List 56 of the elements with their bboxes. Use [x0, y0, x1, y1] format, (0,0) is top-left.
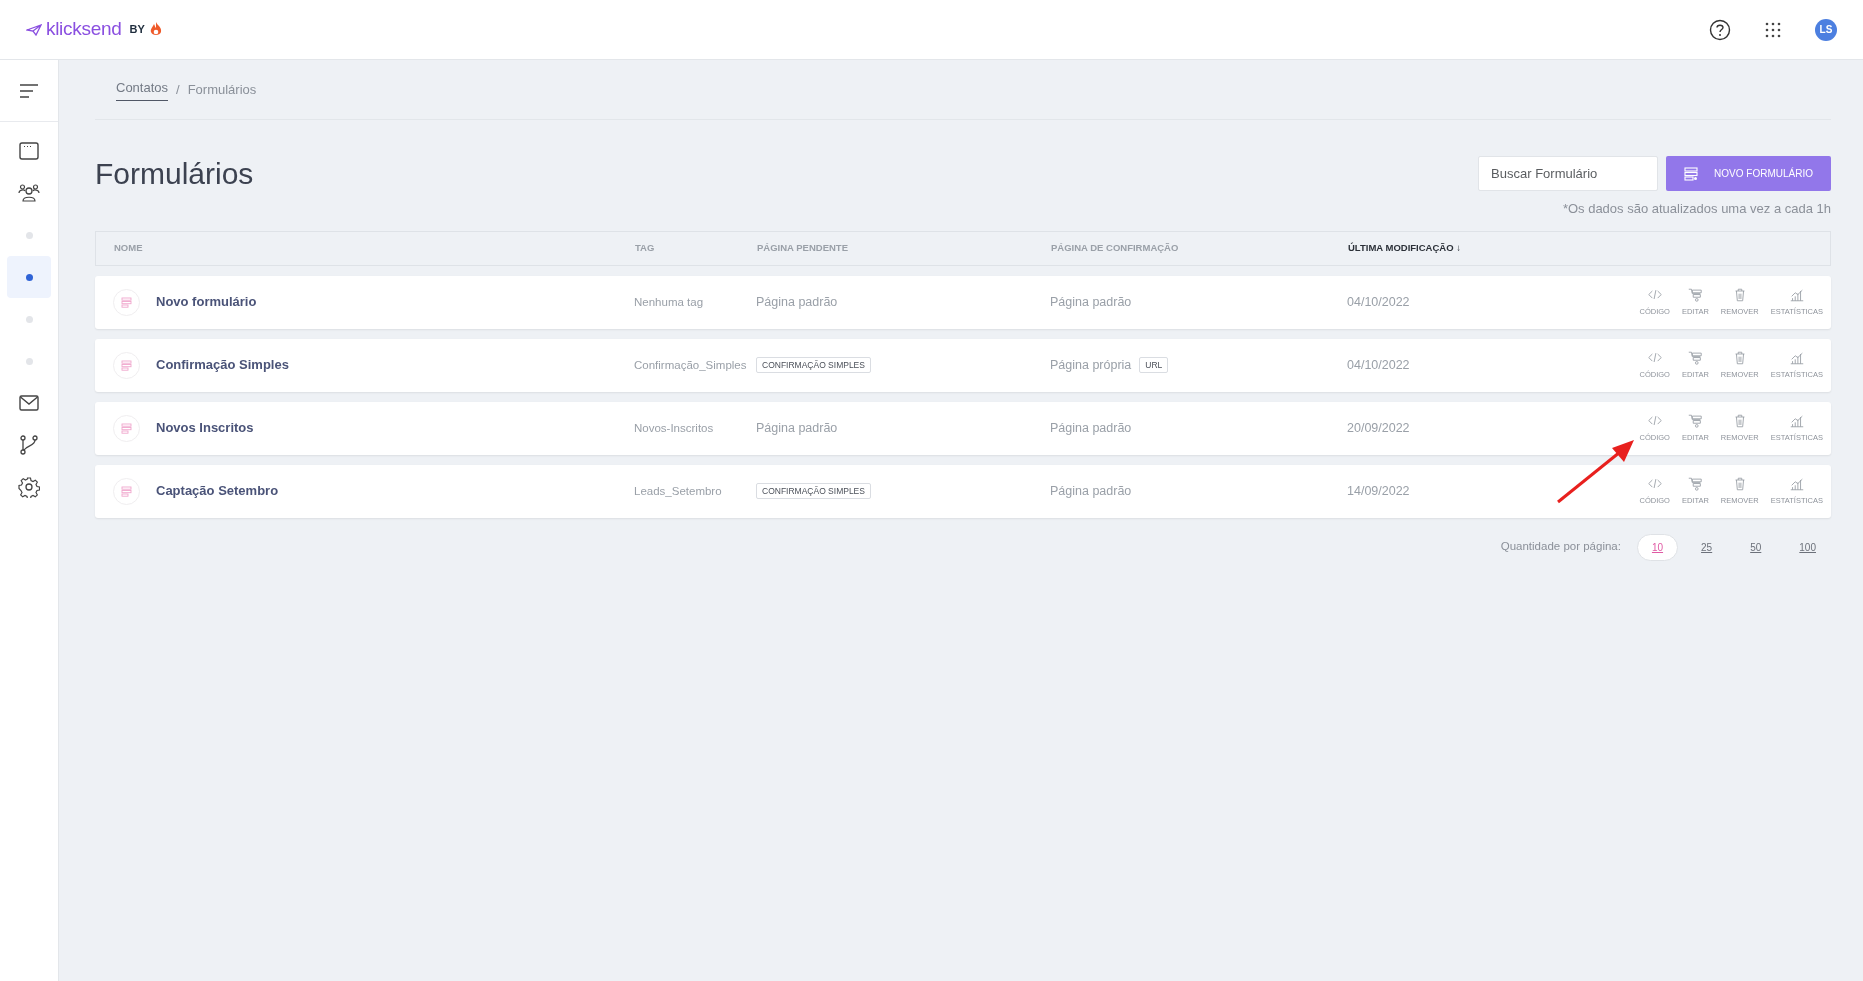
page-size-option[interactable]: 10	[1636, 533, 1679, 561]
page-size-option[interactable]: 50	[1735, 533, 1777, 561]
apps-grid-icon[interactable]	[1765, 21, 1781, 38]
logo-text: klicksend	[46, 17, 122, 42]
breadcrumb-current: Formulários	[187, 80, 257, 99]
page-size-label: Quantidade por página:	[1500, 539, 1621, 555]
branch-icon[interactable]	[18, 434, 40, 456]
user-avatar[interactable]: LS	[1815, 18, 1837, 41]
form-icon	[1684, 166, 1699, 181]
users-icon[interactable]	[18, 182, 40, 204]
page-text: Página padrão	[756, 419, 838, 437]
column-header[interactable]: NOME	[114, 240, 635, 256]
search-field[interactable]: Buscar Formulário	[1478, 156, 1659, 191]
page-text: Página padrão	[1050, 482, 1132, 500]
modified-date: 20/09/2022	[1347, 419, 1411, 437]
modified-date: 04/10/2022	[1347, 356, 1411, 374]
page-title: Formulários	[95, 156, 254, 192]
form-name[interactable]: Captação Setembro	[156, 481, 279, 501]
logo-text: BY	[129, 22, 145, 38]
sidebar-dot[interactable]	[25, 357, 33, 365]
form-name[interactable]: Novo formulário	[156, 292, 257, 312]
sidebar-dot[interactable]	[25, 231, 33, 239]
update-note: *Os dados são atualizados uma vez a cada 1h	[1562, 200, 1831, 218]
mail-icon[interactable]	[18, 392, 40, 414]
form-name[interactable]: Novos Inscritos	[156, 418, 254, 438]
tag-text: Confirmação_Simples	[634, 358, 747, 371]
page-text: Página padrão	[1050, 293, 1132, 311]
tag-text: Leads_Setembro	[634, 484, 722, 497]
page-size-option[interactable]: 100	[1784, 533, 1831, 561]
page-text: Página própria	[1050, 356, 1132, 374]
browser-window-icon[interactable]	[18, 140, 40, 162]
flame-icon	[148, 21, 163, 38]
column-header[interactable]: PÁGINA DE CONFIRMAÇÃO	[1051, 240, 1348, 256]
dot-icon[interactable]	[25, 273, 33, 281]
column-header[interactable]: PÁGINA PENDENTE	[757, 240, 1051, 256]
column-header[interactable]: ÚLTIMA MODIFICAÇÃO ↓	[1348, 240, 1822, 256]
page-tag: CONFIRMAÇÃO SIMPLES	[756, 356, 871, 374]
page-text: Página padrão	[756, 293, 838, 311]
page-tag: URL	[1139, 356, 1169, 374]
column-header[interactable]: TAG	[635, 240, 757, 256]
settings-icon[interactable]	[18, 476, 40, 498]
breadcrumb-link[interactable]: Contatos	[116, 78, 169, 101]
tag-text: Nenhuma tag	[634, 295, 704, 308]
breadcrumb-separator: /	[176, 80, 180, 99]
page-size-option[interactable]: 25	[1686, 533, 1728, 561]
form-name[interactable]: Confirmação Simples	[156, 355, 289, 375]
help-icon[interactable]	[1709, 18, 1731, 41]
modified-date: 04/10/2022	[1347, 293, 1411, 311]
page-text: Página padrão	[1050, 419, 1132, 437]
paper-plane-icon	[26, 23, 42, 36]
tag-text: Novos-Inscritos	[634, 421, 714, 434]
new-form-button[interactable]: NOVO FORMULÁRIO	[1666, 156, 1831, 191]
sidebar-dot[interactable]	[25, 315, 33, 323]
page-tag: CONFIRMAÇÃO SIMPLES	[756, 482, 871, 500]
modified-date: 14/09/2022	[1347, 482, 1411, 500]
menu-icon[interactable]	[19, 83, 39, 98]
